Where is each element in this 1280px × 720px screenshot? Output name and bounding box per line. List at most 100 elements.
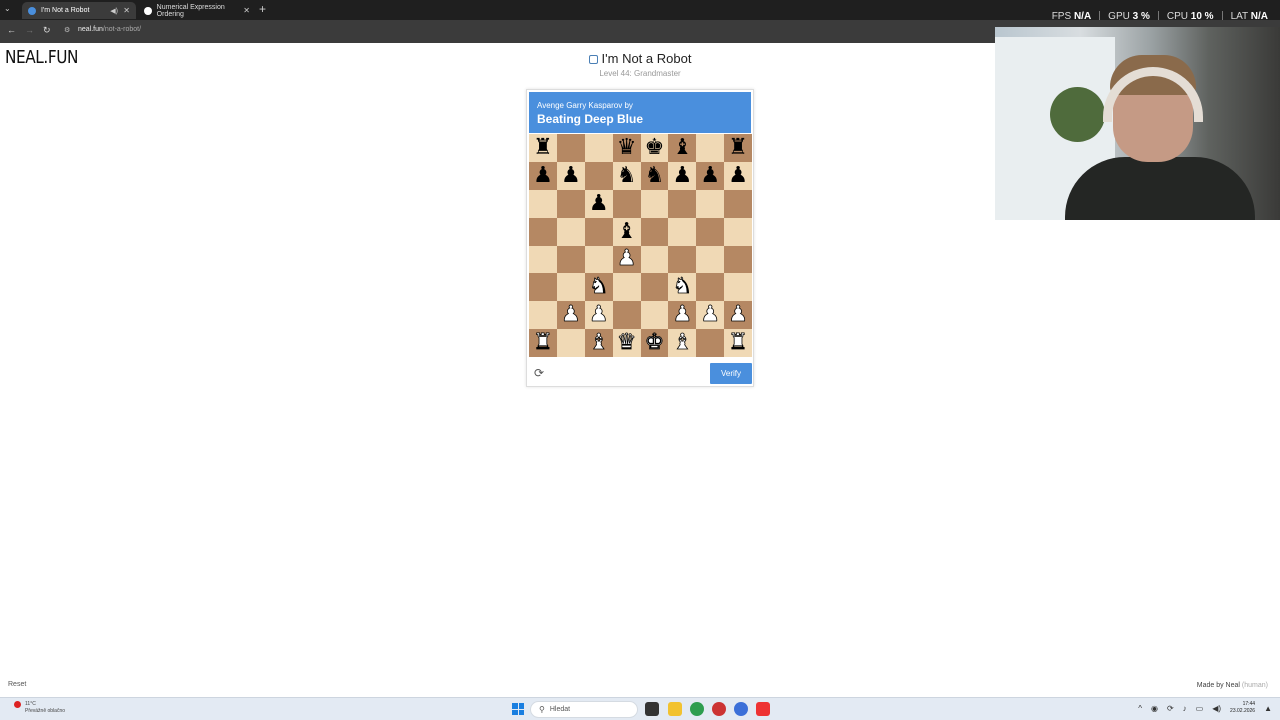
verify-button[interactable]: Verify [710, 363, 752, 384]
black-knight-piece[interactable]: ♞ [645, 164, 665, 187]
square-h8[interactable]: ♜ [724, 134, 752, 162]
square-e8[interactable]: ♚ [640, 134, 669, 162]
square-d6[interactable] [612, 189, 641, 218]
refresh-challenge-icon[interactable]: ⟳ [534, 366, 544, 380]
reset-button[interactable]: Reset [8, 681, 26, 688]
black-pawn-piece[interactable]: ♟ [533, 164, 553, 187]
made-by-credit[interactable]: Made by Neal (human) [1197, 682, 1268, 689]
black-bishop-piece[interactable]: ♝ [617, 220, 637, 243]
square-e4[interactable] [640, 245, 669, 274]
white-rook-piece[interactable]: ♜ [728, 331, 749, 354]
forward-arrow-icon[interactable]: → [25, 25, 34, 35]
snipping-tool-icon[interactable] [756, 702, 770, 716]
black-pawn-piece[interactable]: ♟ [589, 192, 609, 215]
app-icon[interactable] [712, 702, 726, 716]
square-g1[interactable] [696, 329, 725, 357]
square-b6[interactable] [556, 189, 585, 218]
square-f3[interactable]: ♞ [668, 273, 697, 302]
square-e3[interactable] [640, 273, 669, 302]
square-c6[interactable]: ♟ [584, 189, 613, 218]
black-pawn-piece[interactable]: ♟ [700, 164, 720, 187]
square-f8[interactable]: ♝ [668, 134, 697, 162]
black-queen-piece[interactable]: ♛ [617, 136, 637, 159]
weather-widget[interactable]: 11°C Převážně oblačno [14, 701, 65, 715]
white-pawn-piece[interactable]: ♟ [700, 303, 721, 326]
black-rook-piece[interactable]: ♜ [533, 136, 553, 159]
square-f1[interactable]: ♝ [668, 329, 697, 357]
back-arrow-icon[interactable]: ← [7, 25, 16, 35]
file-explorer-icon[interactable] [668, 702, 682, 716]
square-c5[interactable] [584, 217, 613, 246]
square-g7[interactable]: ♟ [696, 161, 725, 190]
sync-icon[interactable]: ⟳ [1167, 704, 1174, 713]
close-tab-icon[interactable]: ✕ [243, 6, 250, 15]
square-c3[interactable]: ♞ [584, 273, 613, 302]
square-h4[interactable] [724, 245, 752, 274]
monitor-icon[interactable]: ▭ [1196, 704, 1204, 713]
square-a5[interactable] [529, 217, 557, 246]
square-c4[interactable] [584, 245, 613, 274]
tab-search-chevron-icon[interactable]: ⌄ [4, 4, 11, 13]
square-d8[interactable]: ♛ [612, 134, 641, 162]
white-knight-piece[interactable]: ♞ [672, 275, 693, 298]
square-h1[interactable]: ♜ [724, 329, 752, 357]
volume-icon[interactable]: ◀) [1212, 704, 1221, 713]
white-rook-piece[interactable]: ♜ [533, 331, 554, 354]
black-rook-piece[interactable]: ♜ [728, 136, 748, 159]
square-f7[interactable]: ♟ [668, 161, 697, 190]
network-icon[interactable]: ◉ [1151, 704, 1158, 713]
square-c1[interactable]: ♝ [584, 329, 613, 357]
taskbar-search[interactable]: ⚲ Hledat [530, 701, 638, 718]
square-e6[interactable] [640, 189, 669, 218]
white-queen-piece[interactable]: ♛ [616, 331, 637, 354]
square-g6[interactable] [696, 189, 725, 218]
task-view-icon[interactable] [645, 702, 659, 716]
square-e5[interactable] [640, 217, 669, 246]
site-info-icon[interactable]: ⚙ [64, 26, 70, 34]
chess-board[interactable]: ♜ ♛ ♚ ♝ ♜ ♟ ♟ ♞ ♞ ♟ ♟ ♟ ♟ ♝ ♟ ♞ ♞ ♟ ♟ ♟ ♟ ♟ ♜ ♝ ♛ ♚ ♝ ♜ [529, 134, 752, 357]
square-c8[interactable] [584, 134, 613, 162]
white-pawn-piece[interactable]: ♟ [728, 303, 749, 326]
square-g8[interactable] [696, 134, 725, 162]
square-g2[interactable]: ♟ [696, 301, 725, 330]
white-bishop-piece[interactable]: ♝ [588, 331, 609, 354]
speaker-icon[interactable]: ◀) [110, 7, 118, 15]
square-h6[interactable] [724, 189, 752, 218]
square-g4[interactable] [696, 245, 725, 274]
windows-start-icon[interactable] [512, 703, 524, 715]
square-d7[interactable]: ♞ [612, 161, 641, 190]
white-pawn-piece[interactable]: ♟ [561, 303, 582, 326]
close-tab-icon[interactable]: ✕ [123, 6, 130, 15]
black-bishop-piece[interactable]: ♝ [672, 136, 692, 159]
clock[interactable]: 17:44 23.02.2026 [1230, 701, 1255, 715]
square-h5[interactable] [724, 217, 752, 246]
black-king-piece[interactable]: ♚ [645, 136, 665, 159]
white-pawn-piece[interactable]: ♟ [588, 303, 609, 326]
chrome-icon[interactable] [690, 702, 704, 716]
white-pawn-piece[interactable]: ♟ [672, 303, 693, 326]
tab-im-not-a-robot[interactable]: I'm Not a Robot ◀) ✕ [22, 2, 136, 19]
notification-bell-icon[interactable]: ▲ [1264, 704, 1272, 713]
square-e1[interactable]: ♚ [640, 329, 669, 357]
square-d2[interactable] [612, 301, 641, 330]
square-b8[interactable] [556, 134, 585, 162]
square-b4[interactable] [556, 245, 585, 274]
square-g3[interactable] [696, 273, 725, 302]
square-h7[interactable]: ♟ [724, 161, 752, 190]
square-d5[interactable]: ♝ [612, 217, 641, 246]
square-h3[interactable] [724, 273, 752, 302]
white-bishop-piece[interactable]: ♝ [672, 331, 693, 354]
square-e7[interactable]: ♞ [640, 161, 669, 190]
reload-icon[interactable]: ↻ [43, 25, 51, 36]
square-a1[interactable]: ♜ [529, 329, 557, 357]
tab-numerical-expression-ordering[interactable]: Numerical Expression Ordering ✕ [138, 2, 256, 19]
square-b3[interactable] [556, 273, 585, 302]
square-f4[interactable] [668, 245, 697, 274]
square-a7[interactable]: ♟ [529, 161, 557, 190]
white-knight-piece[interactable]: ♞ [588, 275, 609, 298]
microphone-icon[interactable]: ♪ [1183, 704, 1187, 713]
square-b7[interactable]: ♟ [556, 161, 585, 190]
black-pawn-piece[interactable]: ♟ [561, 164, 581, 187]
square-b1[interactable] [556, 329, 585, 357]
url-field[interactable]: neal.fun/not-a-robot/ [78, 26, 141, 33]
